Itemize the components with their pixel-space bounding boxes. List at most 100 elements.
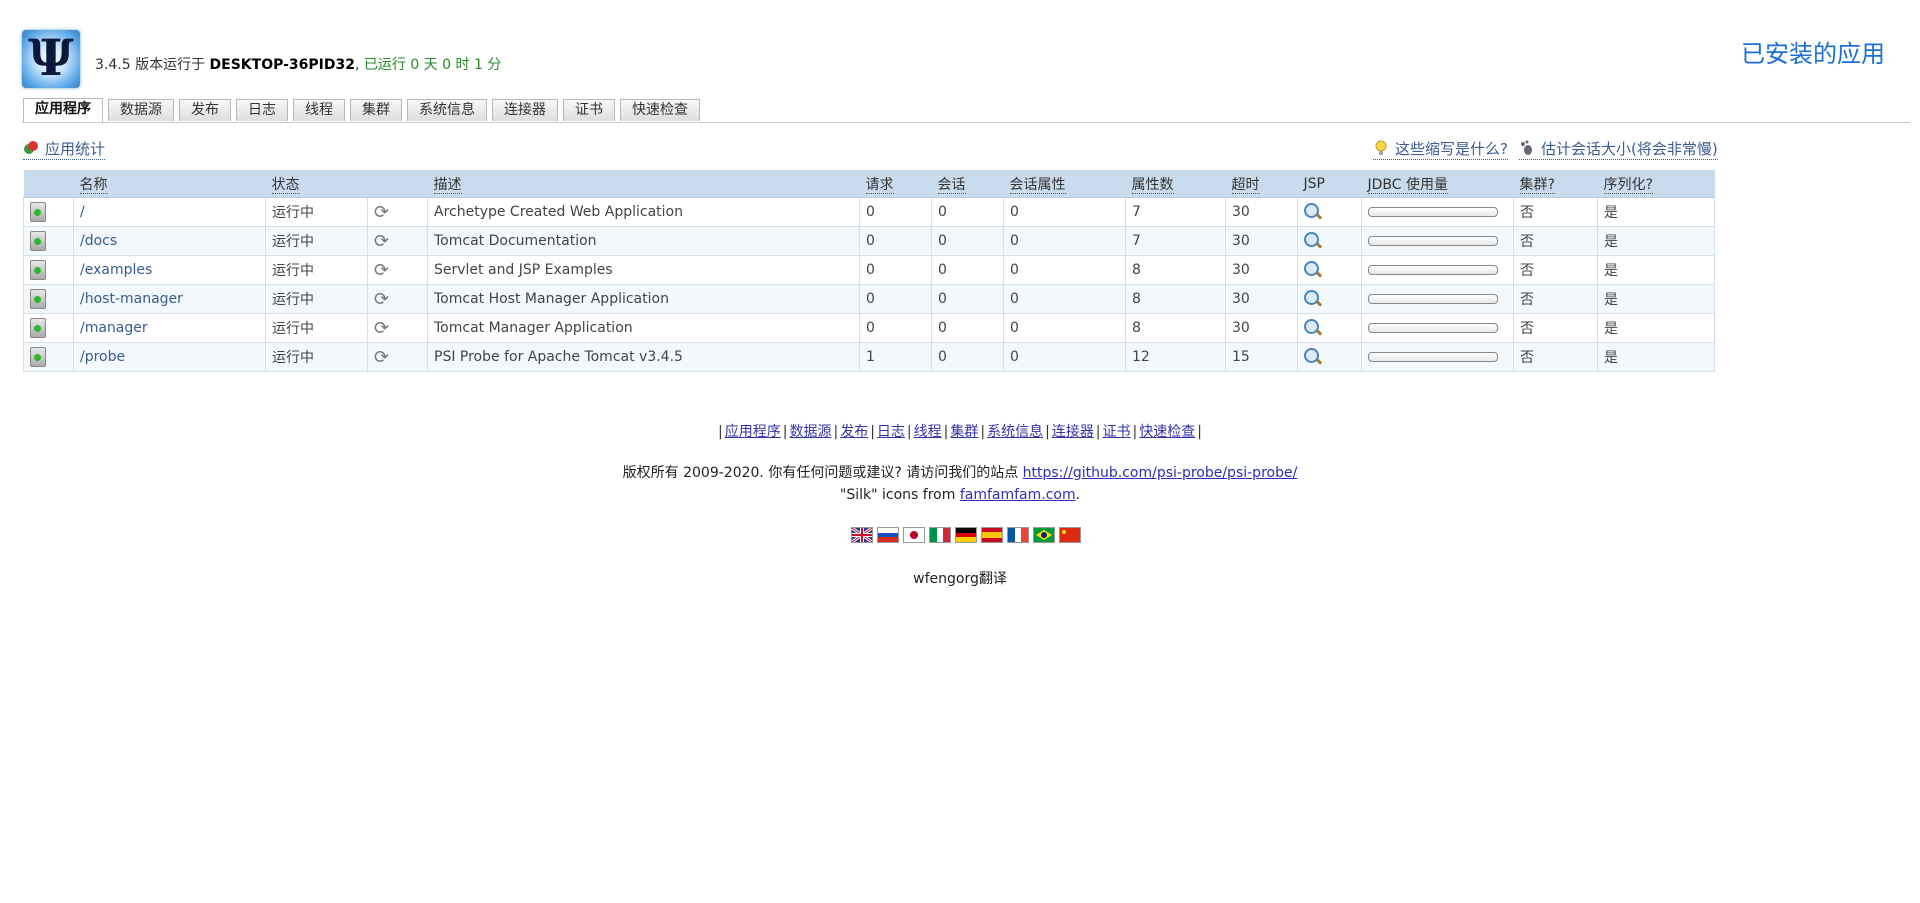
attrs-cell[interactable]: 8 — [1125, 284, 1226, 314]
undeploy-icon[interactable] — [30, 260, 46, 280]
attrs-cell[interactable]: 8 — [1125, 313, 1226, 343]
app-stats-link[interactable]: 应用统计 — [23, 138, 106, 160]
timeout-cell[interactable]: 30 — [1225, 255, 1298, 285]
timeout-cell[interactable]: 15 — [1225, 342, 1298, 372]
undeploy-icon[interactable] — [30, 347, 46, 367]
col-requests-header[interactable]: 请求 — [859, 170, 932, 198]
reload-icon[interactable]: ⟳ — [374, 289, 389, 310]
footer-link-quick-check[interactable]: 快速检查 — [1137, 424, 1197, 440]
de-flag-icon[interactable] — [955, 527, 977, 543]
session-attrs-cell[interactable]: 0 — [1003, 313, 1126, 343]
col-jdbc-header[interactable]: JDBC 使用量 — [1361, 170, 1514, 198]
magnifier-icon[interactable] — [1304, 202, 1319, 218]
footer-link-threads[interactable]: 线程 — [912, 424, 944, 440]
requests-cell[interactable]: 0 — [859, 255, 932, 285]
sessions-cell[interactable]: 0 — [931, 342, 1004, 372]
app-name-link[interactable]: /examples — [80, 262, 152, 278]
requests-cell[interactable]: 1 — [859, 342, 932, 372]
sessions-cell[interactable]: 0 — [931, 313, 1004, 343]
reload-icon[interactable]: ⟳ — [374, 318, 389, 339]
app-name-link[interactable]: /docs — [80, 233, 117, 249]
requests-cell[interactable]: 0 — [859, 226, 932, 256]
timeout-cell[interactable]: 30 — [1225, 197, 1298, 227]
tab-datasources[interactable]: 数据源 — [108, 99, 174, 121]
col-status-header[interactable]: 状态 — [265, 170, 368, 198]
reload-icon[interactable]: ⟳ — [374, 202, 389, 223]
undeploy-icon[interactable] — [30, 202, 46, 222]
session-attrs-cell[interactable]: 0 — [1003, 284, 1126, 314]
undeploy-icon[interactable] — [30, 289, 46, 309]
jp-flag-icon[interactable] — [903, 527, 925, 543]
attrs-cell[interactable]: 12 — [1125, 342, 1226, 372]
tab-deployment[interactable]: 发布 — [179, 99, 231, 121]
it-flag-icon[interactable] — [929, 527, 951, 543]
tab-connectors[interactable]: 连接器 — [492, 99, 558, 121]
reload-icon[interactable]: ⟳ — [374, 347, 389, 368]
session-attrs-cell[interactable]: 0 — [1003, 197, 1126, 227]
col-desc-header[interactable]: 描述 — [427, 170, 860, 198]
status-cell: 运行中 — [265, 342, 368, 372]
ru-flag-icon[interactable] — [877, 527, 899, 543]
tab-threads[interactable]: 线程 — [293, 99, 345, 121]
app-name-link[interactable]: /probe — [80, 349, 125, 365]
session-attrs-cell[interactable]: 0 — [1003, 255, 1126, 285]
timeout-cell[interactable]: 30 — [1225, 313, 1298, 343]
reload-icon[interactable]: ⟳ — [374, 260, 389, 281]
requests-cell[interactable]: 0 — [859, 284, 932, 314]
magnifier-icon[interactable] — [1304, 318, 1319, 334]
col-timeout-header[interactable]: 超时 — [1225, 170, 1298, 198]
col-sessions-header[interactable]: 会话 — [931, 170, 1004, 198]
magnifier-icon[interactable] — [1304, 289, 1319, 305]
attrs-cell[interactable]: 7 — [1125, 197, 1226, 227]
footer-link-applications[interactable]: 应用程序 — [723, 424, 783, 440]
col-attrs-header[interactable]: 属性数 — [1125, 170, 1226, 198]
requests-cell[interactable]: 0 — [859, 313, 932, 343]
estimate-session-size-link[interactable]: 估计会话大小(将会非常慢) — [1519, 138, 1718, 160]
footer-link-certificates[interactable]: 证书 — [1101, 424, 1133, 440]
timeout-cell[interactable]: 30 — [1225, 226, 1298, 256]
fr-flag-icon[interactable] — [1007, 527, 1029, 543]
famfamfam-link[interactable]: famfamfam.com — [960, 487, 1076, 503]
github-link[interactable]: https://github.com/psi-probe/psi-probe/ — [1023, 465, 1298, 481]
requests-cell[interactable]: 0 — [859, 197, 932, 227]
sessions-cell[interactable]: 0 — [931, 197, 1004, 227]
col-cluster-header[interactable]: 集群? — [1513, 170, 1598, 198]
reload-icon[interactable]: ⟳ — [374, 231, 389, 252]
col-session-attrs-header[interactable]: 会话属性 — [1003, 170, 1126, 198]
magnifier-icon[interactable] — [1304, 260, 1319, 276]
tab-quick-check[interactable]: 快速检查 — [620, 99, 700, 121]
col-serializable-header[interactable]: 序列化? — [1597, 170, 1715, 198]
footer-link-deployment[interactable]: 发布 — [838, 424, 870, 440]
cn-flag-icon[interactable] — [1059, 527, 1081, 543]
footer-link-system-info[interactable]: 系统信息 — [985, 424, 1045, 440]
tab-applications[interactable]: 应用程序 — [23, 98, 103, 122]
tab-certificates[interactable]: 证书 — [563, 99, 615, 121]
undeploy-icon[interactable] — [30, 231, 46, 251]
tab-cluster[interactable]: 集群 — [350, 99, 402, 121]
attrs-cell[interactable]: 7 — [1125, 226, 1226, 256]
app-name-link[interactable]: /manager — [80, 320, 148, 336]
es-flag-icon[interactable] — [981, 527, 1003, 543]
footer-link-logs[interactable]: 日志 — [875, 424, 907, 440]
footer-link-datasources[interactable]: 数据源 — [787, 424, 833, 440]
footer-link-connectors[interactable]: 连接器 — [1050, 424, 1096, 440]
session-attrs-cell[interactable]: 0 — [1003, 342, 1126, 372]
br-flag-icon[interactable] — [1033, 527, 1055, 543]
tab-logs[interactable]: 日志 — [236, 99, 288, 121]
app-name-link[interactable]: / — [80, 204, 85, 220]
tab-system-info[interactable]: 系统信息 — [407, 99, 487, 121]
abbreviations-help-link[interactable]: 这些缩写是什么? — [1373, 138, 1508, 160]
sessions-cell[interactable]: 0 — [931, 284, 1004, 314]
magnifier-icon[interactable] — [1304, 347, 1319, 363]
magnifier-icon[interactable] — [1304, 231, 1319, 247]
sessions-cell[interactable]: 0 — [931, 255, 1004, 285]
app-name-link[interactable]: /host-manager — [80, 291, 183, 307]
undeploy-icon[interactable] — [30, 318, 46, 338]
gb-flag-icon[interactable] — [851, 527, 873, 543]
sessions-cell[interactable]: 0 — [931, 226, 1004, 256]
timeout-cell[interactable]: 30 — [1225, 284, 1298, 314]
col-name-header[interactable]: 名称 — [73, 170, 266, 198]
session-attrs-cell[interactable]: 0 — [1003, 226, 1126, 256]
footer-link-cluster[interactable]: 集群 — [948, 424, 980, 440]
attrs-cell[interactable]: 8 — [1125, 255, 1226, 285]
